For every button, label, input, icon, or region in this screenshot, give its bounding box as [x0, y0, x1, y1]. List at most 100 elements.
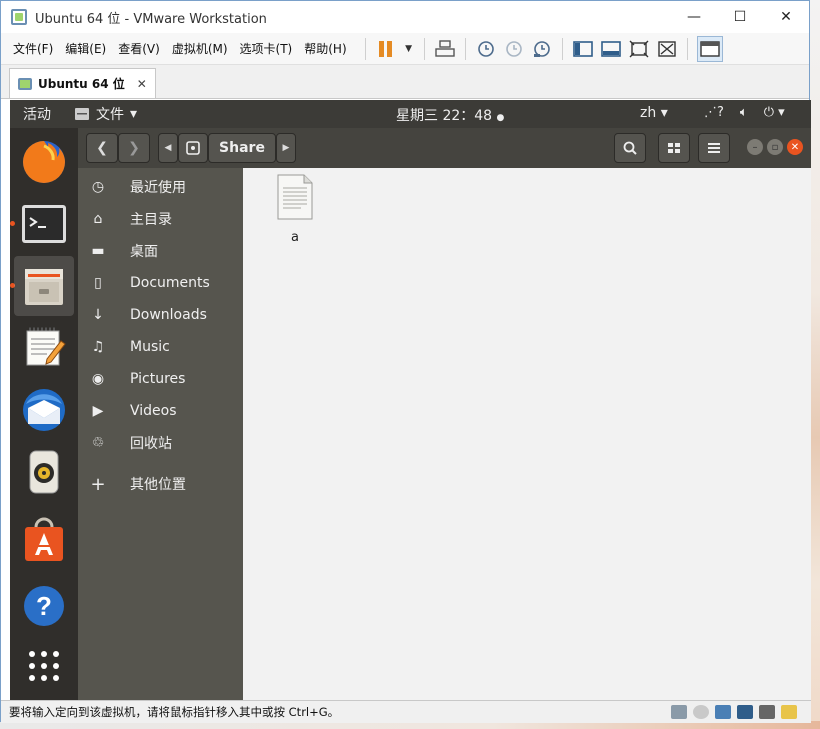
device-status-icons	[671, 705, 797, 719]
power-dropdown-button[interactable]: ▼	[403, 38, 415, 60]
menu-help[interactable]: 帮助(H)	[304, 40, 346, 57]
cdrom-icon[interactable]	[693, 705, 709, 719]
sidebar-item-videos[interactable]: ▶ Videos	[78, 395, 243, 427]
sidebar-item-label: 最近使用	[130, 180, 186, 196]
view-toggle-button[interactable]	[658, 133, 690, 163]
text-file-icon	[277, 174, 313, 220]
vm-tab-strip: Ubuntu 64 位 ✕	[1, 65, 809, 99]
plus-icon: +	[90, 473, 106, 495]
home-icon: ⌂	[93, 211, 103, 227]
path-scroll-left-button[interactable]: ◀	[158, 133, 178, 163]
file-item[interactable]: a	[273, 174, 317, 245]
sidebar-item-home[interactable]: ⌂ 主目录	[78, 203, 243, 235]
system-menu[interactable]: ⋰? 🔈︎ ⏻ ▾	[704, 105, 785, 120]
dock-text-editor[interactable]	[14, 318, 74, 378]
video-icon: ▶	[92, 403, 104, 419]
maximize-icon[interactable]: ▫	[767, 139, 783, 155]
usb-icon[interactable]	[737, 705, 753, 719]
back-button[interactable]: ❮	[86, 133, 118, 163]
close-button[interactable]: ✕	[763, 1, 809, 33]
menu-view[interactable]: 查看(V)	[118, 40, 160, 57]
network-adapter-icon[interactable]	[715, 705, 731, 719]
sound-card-icon[interactable]	[759, 705, 775, 719]
menu-file[interactable]: 文件(F)	[13, 40, 53, 57]
dock-firefox[interactable]	[14, 132, 74, 192]
search-button[interactable]	[614, 133, 646, 163]
path-scroll-right-button[interactable]: ▶	[276, 133, 296, 163]
file-view[interactable]: a	[243, 168, 811, 700]
suspend-button[interactable]	[375, 38, 397, 60]
ubuntu-dock: ?	[10, 128, 78, 700]
sidebar-item-recent[interactable]: ◷ 最近使用	[78, 171, 243, 203]
close-icon[interactable]: ✕	[787, 139, 803, 155]
minimize-icon[interactable]: –	[747, 139, 763, 155]
path-root-button[interactable]	[178, 133, 208, 163]
software-center-icon	[25, 517, 63, 561]
folder-icon: ▬	[91, 243, 105, 259]
pause-icon	[378, 40, 393, 57]
sidebar-item-other-locations[interactable]: + 其他位置	[78, 468, 243, 500]
activities-button[interactable]: 活动	[10, 104, 70, 124]
dock-rhythmbox[interactable]	[14, 442, 74, 502]
breadcrumb-label: Share	[219, 140, 265, 156]
menu-button[interactable]	[698, 133, 730, 163]
message-icon[interactable]	[781, 705, 797, 719]
hamburger-icon	[708, 143, 720, 153]
send-ctrl-alt-del-button[interactable]	[434, 38, 456, 60]
snapshot-manager-icon	[533, 40, 550, 57]
help-icon: ?	[24, 586, 64, 626]
revert-snapshot-button[interactable]	[503, 38, 525, 60]
menu-vm[interactable]: 虚拟机(M)	[172, 40, 228, 57]
sidebar-item-documents[interactable]: ▯ Documents	[78, 267, 243, 299]
files-headerbar: ❮ ❯ ◀ Share ▶ – ▫ ✕	[78, 128, 811, 168]
tab-ubuntu-vm[interactable]: Ubuntu 64 位 ✕	[9, 68, 156, 98]
status-message: 要将输入定向到该虚拟机，请将鼠标指针移入其中或按 Ctrl+G。	[9, 705, 340, 719]
chevron-down-icon: ▼	[405, 43, 413, 54]
fullscreen-icon	[629, 40, 649, 57]
places-sidebar: ◷ 最近使用 ⌂ 主目录 ▬ 桌面 ▯ Documents ↓ Download…	[78, 168, 243, 700]
unity-button[interactable]	[656, 38, 678, 60]
input-method-indicator[interactable]: zh ▾	[640, 105, 668, 121]
status-bar: 要将输入定向到该虚拟机，请将鼠标指针移入其中或按 Ctrl+G。	[1, 700, 811, 723]
dock-files[interactable]	[14, 256, 74, 316]
sidebar-item-label: 桌面	[130, 244, 158, 260]
hdd-icon[interactable]	[671, 705, 687, 719]
toolbar-separator	[686, 37, 688, 60]
show-library-button[interactable]	[572, 38, 594, 60]
sidebar-item-downloads[interactable]: ↓ Downloads	[78, 299, 243, 331]
close-tab-icon[interactable]: ✕	[137, 77, 147, 91]
snapshot-button[interactable]	[475, 38, 497, 60]
forward-button[interactable]: ❯	[118, 133, 150, 163]
breadcrumb-share[interactable]: Share	[208, 133, 276, 163]
sidebar-item-pictures[interactable]: ◉ Pictures	[78, 363, 243, 395]
fullscreen-button[interactable]	[628, 38, 650, 60]
maximize-button[interactable]: ☐	[717, 1, 763, 33]
show-apps-icon	[29, 651, 59, 681]
console-view-button[interactable]	[696, 35, 723, 62]
toolbar-separator	[464, 37, 466, 60]
chevron-down-icon: ▾	[660, 105, 668, 121]
files-window: ❮ ❯ ◀ Share ▶ – ▫ ✕ ◷ 最近使用 ⌂ 主目录 ▬ 桌面 ▯ …	[78, 128, 811, 700]
dock-help[interactable]: ?	[14, 576, 74, 636]
sidebar-item-trash[interactable]: ♲ 回收站	[78, 427, 243, 459]
dock-terminal[interactable]	[14, 194, 74, 254]
app-menu[interactable]: 文件 ▾	[74, 104, 137, 124]
menu-tabs[interactable]: 选项卡(T)	[240, 40, 293, 57]
vm-display[interactable]: 活动 文件 ▾ 星期三 22：48 ● zh ▾ ⋰? 🔈︎ ⏻ ▾ ? ❮ ❯…	[10, 100, 811, 700]
snapshot-manager-button[interactable]	[531, 38, 553, 60]
ubuntu-top-bar: 活动 文件 ▾ 星期三 22：48 ● zh ▾ ⋰? 🔈︎ ⏻ ▾	[10, 100, 811, 128]
chevron-right-icon: ❯	[128, 140, 140, 156]
dock-thunderbird[interactable]	[14, 380, 74, 440]
sidebar-item-music[interactable]: ♫ Music	[78, 331, 243, 363]
lang-label: zh	[640, 105, 657, 121]
sidebar-item-desktop[interactable]: ▬ 桌面	[78, 235, 243, 267]
minimize-button[interactable]: —	[671, 1, 717, 33]
dock-show-apps[interactable]	[14, 636, 74, 696]
dock-software[interactable]	[14, 510, 74, 570]
keyboard-icon	[434, 39, 455, 57]
toolbar-separator	[561, 37, 563, 60]
clock[interactable]: 星期三 22：48 ●	[396, 105, 504, 125]
menu-edit[interactable]: 编辑(E)	[65, 40, 106, 57]
thumbnail-bar-button[interactable]	[600, 38, 622, 60]
chevron-down-icon: ▾	[130, 106, 138, 122]
